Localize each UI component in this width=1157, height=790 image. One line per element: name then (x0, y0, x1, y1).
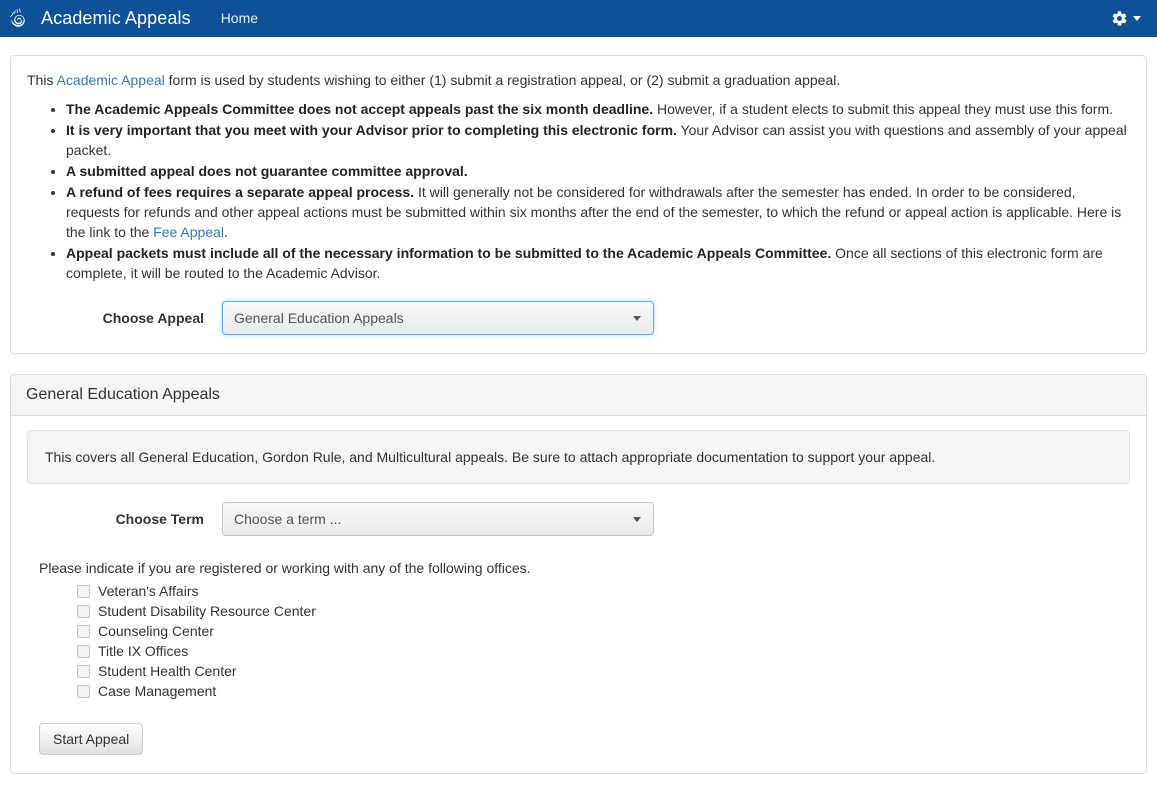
panel-heading-title: General Education Appeals (11, 375, 1146, 417)
checkbox-student-disability-resource-center[interactable] (77, 604, 90, 618)
brand-link[interactable]: Academic Appeals (10, 8, 209, 30)
gear-icon[interactable] (1111, 10, 1128, 27)
fee-appeal-link[interactable]: Fee Appeal (153, 224, 224, 240)
list-item[interactable]: Case Management (77, 683, 1130, 699)
choose-term-row: Choose Term Choose a term ... (27, 502, 1130, 537)
checkbox-case-management[interactable] (77, 684, 90, 698)
choose-term-select[interactable]: Choose a term ... (222, 502, 654, 537)
top-navbar: Academic Appeals Home (0, 0, 1157, 37)
start-appeal-button[interactable]: Start Appeal (39, 723, 144, 756)
appeals-panel-body: This covers all General Education, Gordo… (11, 416, 1146, 773)
choose-appeal-select-wrap: General Education Appeals (222, 301, 654, 336)
note-rest-deadline: However, if a student elects to submit t… (653, 101, 1114, 118)
note-bold-approval: A submitted appeal does not guarantee co… (66, 163, 468, 180)
intro-text-before: This (27, 72, 57, 88)
checkbox-veterans-affairs[interactable] (77, 584, 90, 598)
list-item[interactable]: Veteran's Affairs (77, 583, 1130, 599)
note-item-refund: A refund of fees requires a separate app… (66, 182, 1130, 242)
note-tail-refund: . (224, 224, 228, 241)
checkbox-label: Case Management (98, 683, 217, 700)
brand-title: Academic Appeals (41, 8, 191, 28)
intro-paragraph: This Academic Appeal form is used by stu… (27, 70, 1130, 90)
checkbox-label: Student Health Center (98, 663, 237, 680)
note-item-advisor: It is very important that you meet with … (66, 120, 1130, 160)
nautilus-shell-icon (10, 8, 32, 30)
choose-appeal-label: Choose Appeal (102, 310, 204, 327)
checkbox-student-health-center[interactable] (77, 664, 90, 678)
page-content: This Academic Appeal form is used by stu… (0, 37, 1157, 775)
note-bold-refund: A refund of fees requires a separate app… (66, 184, 415, 201)
choose-term-label: Choose Term (115, 511, 204, 528)
choose-appeal-row: Choose Appeal General Education Appeals (27, 301, 1130, 336)
caret-down-icon[interactable] (1133, 16, 1141, 21)
list-item[interactable]: Counseling Center (77, 623, 1130, 639)
academic-appeal-link[interactable]: Academic Appeal (57, 72, 165, 88)
note-item-deadline: The Academic Appeals Committee does not … (66, 99, 1130, 119)
choose-term-select-wrap: Choose a term ... (222, 502, 654, 537)
offices-checkbox-list: Veteran's Affairs Student Disability Res… (77, 583, 1130, 699)
note-bold-deadline: The Academic Appeals Committee does not … (66, 101, 654, 118)
appeal-info-well: This covers all General Education, Gordo… (27, 430, 1130, 485)
checkbox-label: Veteran's Affairs (98, 583, 199, 600)
note-item-packets: Appeal packets must include all of the n… (66, 243, 1130, 283)
checkbox-label: Counseling Center (98, 623, 214, 640)
nav-item-home[interactable]: Home (209, 0, 270, 37)
intro-panel-body: This Academic Appeal form is used by stu… (11, 56, 1146, 353)
note-bold-packets: Appeal packets must include all of the n… (66, 245, 832, 262)
settings-menu[interactable] (1111, 10, 1143, 27)
checkbox-title-ix-offices[interactable] (77, 644, 90, 658)
intro-panel: This Academic Appeal form is used by stu… (10, 55, 1147, 355)
checkbox-label: Title IX Offices (98, 643, 189, 660)
note-item-approval: A submitted appeal does not guarantee co… (66, 161, 1130, 181)
list-item[interactable]: Title IX Offices (77, 643, 1130, 659)
note-bold-advisor: It is very important that you meet with … (66, 122, 677, 139)
choose-appeal-select[interactable]: General Education Appeals (222, 301, 654, 336)
checkbox-label: Student Disability Resource Center (98, 603, 316, 620)
offices-prompt: Please indicate if you are registered or… (39, 560, 531, 577)
intro-text-after: form is used by students wishing to eith… (164, 72, 841, 88)
checkbox-counseling-center[interactable] (77, 624, 90, 638)
notes-list: The Academic Appeals Committee does not … (27, 99, 1130, 283)
list-item[interactable]: Student Disability Resource Center (77, 603, 1130, 619)
list-item[interactable]: Student Health Center (77, 663, 1130, 679)
general-education-appeals-panel: General Education Appeals This covers al… (10, 374, 1147, 775)
